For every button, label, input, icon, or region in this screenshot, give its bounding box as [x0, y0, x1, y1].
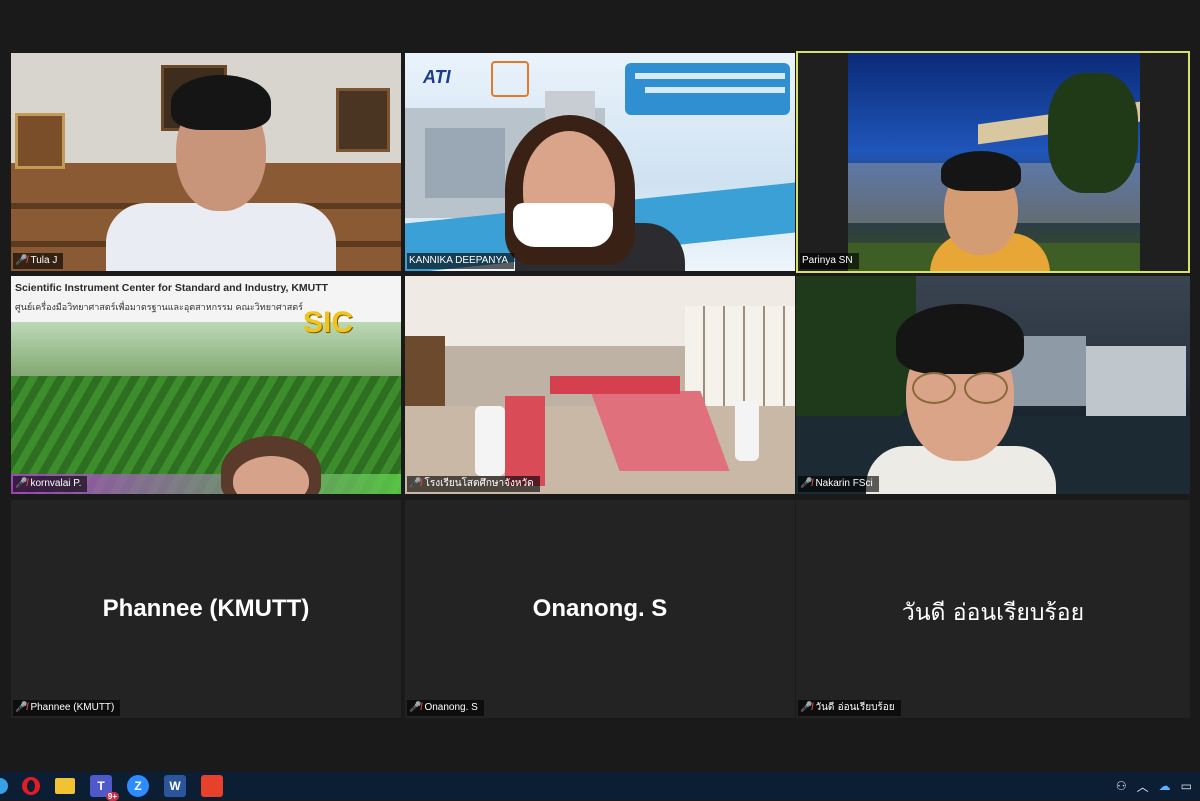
- participant-display-name: Onanong. S: [532, 595, 668, 622]
- mic-muted-icon: 🎤̸: [409, 702, 422, 713]
- acrobat-icon[interactable]: [201, 775, 223, 797]
- participant-name: KANNIKA DEEPANYA: [409, 255, 509, 266]
- participant-name: วันดี อ่อนเรียบร้อย: [815, 702, 895, 713]
- mic-muted-icon: 🎤̸: [409, 478, 422, 489]
- mic-muted-icon: 🎤̸: [800, 478, 813, 489]
- mahidol-logo: [491, 61, 529, 97]
- windows-taskbar: T 9+ Z W ⚇ ︿ ☁ ▭: [0, 772, 1200, 801]
- mic-muted-icon: 🎤̸: [15, 255, 28, 266]
- participant-name-tag: 🎤̸ Nakarin FSci: [798, 476, 879, 492]
- meeting-room-camera: [405, 276, 795, 494]
- participant-name: Tula J: [30, 255, 58, 266]
- chevron-up-icon[interactable]: ︿: [1137, 778, 1149, 795]
- sic-title: Scientific Instrument Center for Standar…: [15, 282, 329, 294]
- mic-muted-icon: 🎤̸: [15, 478, 28, 489]
- participant-name: Nakarin FSci: [815, 478, 873, 489]
- video-tile-kornvalai[interactable]: Scientific Instrument Center for Standar…: [11, 276, 401, 494]
- participant-name: Parinya SN: [802, 255, 853, 266]
- participant-name-tag: 🎤̸ Tula J: [13, 253, 64, 269]
- participant-name: kornvalai P.: [30, 478, 82, 489]
- participant-display-name: Phannee (KMUTT): [102, 595, 310, 622]
- person-shirt: [106, 203, 336, 271]
- file-explorer-icon[interactable]: [55, 778, 75, 794]
- network-icon[interactable]: ▭: [1181, 779, 1192, 793]
- mic-muted-icon: 🎤̸: [15, 702, 28, 713]
- participant-name-tag: Parinya SN: [800, 253, 859, 269]
- video-tile-tula[interactable]: 🎤̸ Tula J: [11, 53, 401, 271]
- word-icon[interactable]: W: [164, 775, 186, 797]
- opera-icon[interactable]: [22, 777, 40, 795]
- mic-muted-icon: 🎤̸: [800, 702, 813, 713]
- participant-name: Onanong. S: [424, 702, 478, 713]
- video-tile-parinya[interactable]: Parinya SN: [796, 51, 1190, 273]
- glasses: [912, 372, 1008, 404]
- participant-name-tag: 🎤̸ Phannee (KMUTT): [13, 700, 121, 716]
- video-tile-wandee[interactable]: วันดี อ่อนเรียบร้อย 🎤̸ วันดี อ่อนเรียบร้…: [796, 500, 1190, 718]
- face-mask: [513, 203, 613, 247]
- teams-icon[interactable]: T 9+: [90, 775, 119, 801]
- people-icon[interactable]: ⚇: [1116, 779, 1127, 793]
- participant-name-tag: 🎤̸ Onanong. S: [407, 700, 484, 716]
- video-tile-nakarin[interactable]: 🎤̸ Nakarin FSci: [796, 276, 1190, 494]
- person-hair: [171, 75, 271, 130]
- ati-logo: ATI: [423, 67, 451, 87]
- participant-name-tag: 🎤̸ วันดี อ่อนเรียบร้อย: [798, 700, 901, 716]
- participant-display-name: วันดี อ่อนเรียบร้อย: [901, 600, 1085, 626]
- video-tile-onanong[interactable]: Onanong. S 🎤̸ Onanong. S: [405, 500, 795, 718]
- video-tile-phannee[interactable]: Phannee (KMUTT) 🎤̸ Phannee (KMUTT): [11, 500, 401, 718]
- system-tray: ⚇ ︿ ☁ ▭: [1116, 772, 1200, 800]
- participant-name-tag: 🎤̸ โรงเรียนโสตศึกษาจังหวัด: [407, 476, 540, 492]
- zoom-icon[interactable]: Z: [127, 775, 149, 797]
- virtual-background-sic: Scientific Instrument Center for Standar…: [11, 276, 401, 494]
- person-hair: [896, 304, 1024, 374]
- video-tile-kannika[interactable]: ATI KANNIKA DEEPANYA: [405, 53, 795, 271]
- participant-name-tag: 🎤̸ kornvalai P.: [13, 476, 88, 492]
- windows-icon[interactable]: [0, 778, 8, 794]
- participant-name: Phannee (KMUTT): [30, 702, 115, 713]
- participant-name: โรงเรียนโสตศึกษาจังหวัด: [424, 478, 534, 489]
- video-tile-meeting-room[interactable]: 🎤̸ โรงเรียนโสตศึกษาจังหวัด: [405, 276, 795, 494]
- sic-logo: SIC: [303, 306, 354, 339]
- cloud-icon[interactable]: ☁: [1159, 779, 1171, 793]
- participant-name-tag: KANNIKA DEEPANYA: [407, 253, 515, 269]
- person-hair: [941, 151, 1021, 191]
